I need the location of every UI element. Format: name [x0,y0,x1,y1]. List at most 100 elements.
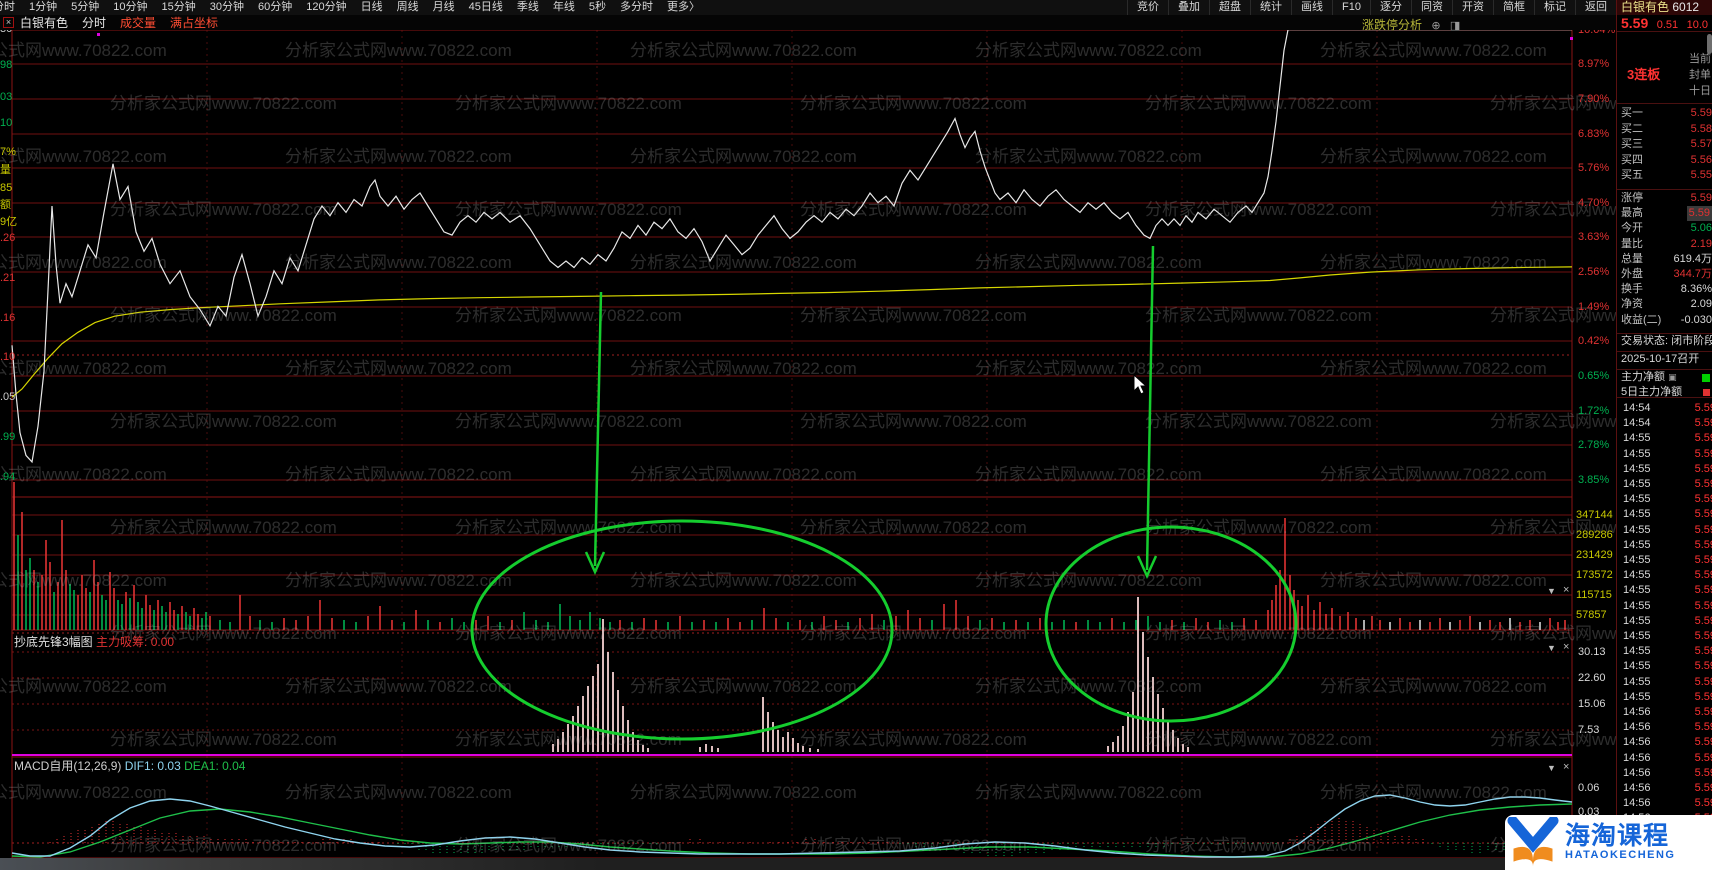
tape-time: 14:55 [1623,630,1651,642]
stat-value: 5.59 [1690,192,1712,204]
menu-item-period[interactable]: 1分钟 [22,0,64,15]
tape-time: 14:55 [1623,690,1651,703]
stat-label: 涨停 [1621,192,1643,204]
tab-coordinate[interactable]: 满占坐标 [170,14,218,31]
menu-item-period[interactable]: 月线 [426,0,462,15]
menu-item-tool[interactable]: 超盘 [1209,0,1250,15]
limit-analysis-label[interactable]: 涨跌停分析 ⊕ ◨ [1362,16,1460,33]
tape-row: 14:55 5.59 [1617,447,1712,462]
tape-time: 14:56 [1623,721,1651,734]
tape-row: 14:56 5.59 [1617,781,1712,796]
panel-toggle-icon[interactable]: ▣ [1668,372,1677,382]
menu-item-tool[interactable]: 同资 [1411,0,1452,15]
menu-item-tool[interactable]: 标记 [1534,0,1575,15]
stat-label: 换手 [1621,283,1643,296]
menu-item-tool[interactable]: 统计 [1250,0,1291,15]
menu-item-period[interactable]: 5分钟 [64,0,106,15]
bid-label: 买四 [1621,153,1643,166]
menu-item-period[interactable]: 15分钟 [155,0,203,15]
stat-label: 收益(二) [1621,313,1662,326]
quote-divider [1617,103,1712,104]
menu-item-tool[interactable]: 返回 [1575,0,1616,15]
bid-row: 买二 5.58 [1617,122,1712,137]
tape-price: 5.59 [1694,584,1712,597]
tape-price: 5.59 [1694,599,1712,612]
menu-item-period[interactable]: 60分钟 [251,0,299,15]
tape-price: 5.59 [1694,569,1712,582]
top-menu-bar: 分时1分钟5分钟10分钟15分钟30分钟60分钟120分钟日线周线月线45日线季… [0,0,1712,15]
menu-item-period[interactable]: 年线 [546,0,582,15]
tape-time: 14:55 [1623,645,1651,658]
tape-price: 5.59 [1694,690,1712,703]
tape-price: 5.59 [1694,432,1712,445]
tape-price: 5.59 [1694,538,1712,551]
bid-label: 买二 [1621,122,1643,135]
plus-circle-icon[interactable]: ⊕ [1431,20,1440,32]
stat-row: 量比 2.19 [1617,237,1712,252]
annotation-arrow-shaft [593,291,603,567]
tape-time: 14:55 [1623,675,1651,688]
menu-item-period[interactable]: 30分钟 [203,0,251,15]
signal-dot [97,33,100,36]
tab-fenshi[interactable]: 分时 [82,14,106,31]
stock-name: 白银有色 [1621,0,1670,14]
tape-row: 14:54 5.59 [1617,401,1712,416]
tape-time: 14:55 [1623,508,1651,521]
menu-item-period[interactable]: 10分钟 [106,0,154,15]
bid-row: 买四 5.56 [1617,153,1712,168]
tape-time: 14:55 [1623,447,1651,460]
bid-row: 买一 5.59 [1617,106,1712,121]
tape-price: 5.59 [1694,797,1712,810]
trade-status: 交易状态: 闭市阶段 [1621,335,1712,347]
bid-price: 5.56 [1690,153,1712,166]
main-net5-row[interactable]: 5日主力净额 [1617,385,1712,400]
trading-app-window: 分时1分钟5分钟10分钟15分钟30分钟60分钟120分钟日线周线月线45日线季… [0,0,1712,870]
chart-tab-bar: × 白银有色 分时 成交量 满占坐标 涨跌停分析 ⊕ ◨ [0,14,1616,33]
tape-row: 14:55 5.59 [1617,477,1712,492]
tape-row: 14:56 5.59 [1617,720,1712,735]
menu-item-period[interactable]: 周线 [390,0,426,15]
menu-item-period[interactable]: 日线 [354,0,390,15]
quote-divider [1617,31,1712,32]
menu-item-tool[interactable]: 叠加 [1168,0,1209,15]
tab-volume[interactable]: 成交量 [120,14,156,31]
stat-label: 总量 [1621,252,1643,265]
menu-item-period[interactable]: 120分钟 [299,0,353,15]
last-price: 5.59 [1621,15,1649,31]
bid-label: 买一 [1621,107,1643,119]
close-tab-icon[interactable]: × [3,17,14,28]
tape-price: 5.59 [1694,736,1712,749]
menu-item-tool[interactable]: 画线 [1291,0,1332,15]
tape-time: 14:56 [1623,766,1651,779]
main-net-row[interactable]: 主力净额 ▣ [1617,370,1712,385]
tape-time: 14:55 [1623,584,1651,597]
bid-price: 5.55 [1690,169,1712,181]
menu-item-period[interactable]: 45日线 [462,0,510,15]
menu-item-period[interactable]: 多分时 [613,0,660,15]
menu-item-tool[interactable]: 简框 [1493,0,1534,15]
menu-item-period[interactable]: 更多〉 [660,0,707,15]
menu-item-period[interactable]: 5秒 [582,0,613,15]
stock-name-tab[interactable]: 白银有色 [20,14,68,31]
tape-row: 14:55 5.59 [1617,614,1712,629]
logo-en-text: HATAOKECHENG [1565,849,1676,861]
tape-time: 14:56 [1623,706,1651,718]
tape-time: 14:55 [1623,554,1651,566]
split-view-icon[interactable]: ◨ [1450,20,1460,32]
stat-value: 619.4万 [1673,252,1712,265]
tape-price: 5.59 [1694,447,1712,460]
menu-item-tool[interactable]: 逐分 [1370,0,1411,15]
menu-item-tool[interactable]: 竞价 [1127,0,1168,15]
menu-item-tool[interactable]: F10 [1332,0,1370,15]
tape-price: 5.59 [1694,402,1712,414]
stat-value: 5.59 [1686,206,1712,222]
limit-info-label: 封单 [1689,69,1711,81]
menu-item-period[interactable]: 季线 [510,0,546,15]
stat-row: 外盘 344.7万 [1617,267,1712,282]
tape-time: 14:56 [1623,736,1651,749]
tape-row: 14:55 5.59 [1617,690,1712,705]
tape-time: 14:56 [1623,797,1651,810]
menu-item-tool[interactable]: 开资 [1452,0,1493,15]
menu-item-period[interactable]: 分时 [0,0,22,15]
stock-code: 6012 [1672,0,1700,14]
